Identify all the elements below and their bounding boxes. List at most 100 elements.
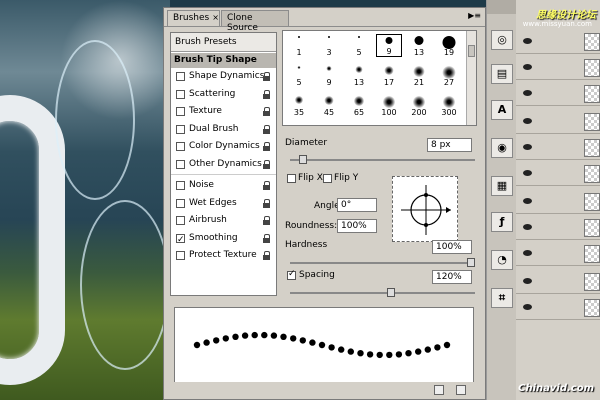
option-checkbox[interactable]: [176, 198, 185, 208]
swatches-icon[interactable]: ▦: [491, 176, 513, 196]
eye-icon[interactable]: [523, 170, 532, 176]
brush-tip-shape-item[interactable]: Brush Tip Shape: [171, 53, 276, 68]
lock-icon[interactable]: [263, 181, 271, 190]
lock-icon[interactable]: [263, 198, 271, 208]
option-checkbox[interactable]: [176, 142, 185, 151]
layer-row[interactable]: [516, 82, 600, 106]
brush-grid-scrollbar[interactable]: [466, 31, 476, 125]
brush-tip-cell[interactable]: 27: [436, 64, 462, 87]
diameter-field[interactable]: 8 px: [427, 138, 472, 152]
brush-presets-button[interactable]: Brush Presets: [171, 33, 276, 52]
lock-icon[interactable]: [263, 233, 271, 243]
option-checkbox[interactable]: [176, 232, 185, 249]
brush-tip-cell[interactable]: 17: [376, 64, 402, 87]
option-checkbox[interactable]: [176, 216, 185, 225]
layer-row[interactable]: [516, 136, 600, 160]
eye-icon[interactable]: [523, 64, 532, 70]
brush-option-item[interactable]: Texture: [171, 103, 276, 121]
brush-tip-cell[interactable]: 13: [406, 34, 432, 57]
brush-tip-cell[interactable]: 1: [286, 34, 312, 57]
lock-icon[interactable]: [263, 72, 271, 81]
color-palette-icon[interactable]: ◉: [491, 138, 513, 158]
option-checkbox[interactable]: [176, 72, 185, 81]
brush-tip-cell[interactable]: 45: [316, 94, 342, 117]
option-checkbox[interactable]: [176, 107, 185, 116]
eye-icon[interactable]: [523, 278, 532, 284]
brush-option-item[interactable]: Dual Brush: [171, 120, 276, 138]
layer-row[interactable]: [516, 190, 600, 214]
diameter-slider-thumb[interactable]: [298, 155, 307, 164]
brush-option-item[interactable]: Scattering: [171, 85, 276, 103]
option-checkbox[interactable]: [176, 251, 185, 260]
flip-y-checkbox[interactable]: [323, 174, 332, 183]
spacing-field[interactable]: 120%: [432, 270, 472, 284]
tab-clone-source[interactable]: Clone Source: [221, 10, 289, 33]
roundness-field[interactable]: 100%: [337, 219, 377, 233]
option-checkbox[interactable]: [176, 181, 185, 190]
lock-icon[interactable]: [263, 251, 271, 260]
brush-tip-cell[interactable]: 9: [376, 34, 402, 57]
brush-tip-cell[interactable]: 9: [316, 64, 342, 87]
layer-row[interactable]: [516, 242, 600, 266]
brush-option-item[interactable]: Noise: [171, 177, 276, 195]
trash-icon[interactable]: [456, 385, 466, 395]
brush-tip-cell[interactable]: 21: [406, 64, 432, 87]
scrollbar-thumb[interactable]: [468, 45, 475, 57]
diameter-slider-track[interactable]: [290, 159, 475, 161]
brush-tip-cell[interactable]: 5: [286, 64, 312, 87]
brush-option-item[interactable]: Protect Texture: [171, 247, 276, 265]
styles-icon[interactable]: ƒ: [491, 212, 513, 232]
brush-option-item[interactable]: Airbrush: [171, 212, 276, 230]
brush-tip-cell[interactable]: 5: [346, 34, 372, 57]
channels-icon[interactable]: ◔: [491, 250, 513, 270]
character-panel-button[interactable]: A: [491, 100, 513, 120]
brush-option-item[interactable]: Other Dynamics: [171, 155, 276, 173]
eye-icon[interactable]: [523, 38, 532, 44]
eye-icon[interactable]: [523, 90, 532, 96]
layer-row[interactable]: [516, 110, 600, 134]
lock-icon[interactable]: [263, 142, 271, 151]
brush-option-item[interactable]: Color Dynamics: [171, 138, 276, 156]
lock-icon[interactable]: [263, 107, 271, 116]
brush-tip-cell[interactable]: 200: [406, 94, 432, 117]
brush-tip-cell[interactable]: 3: [316, 34, 342, 57]
layer-row[interactable]: [516, 162, 600, 186]
layer-row[interactable]: [516, 216, 600, 240]
close-icon[interactable]: ×: [212, 13, 219, 22]
info-icon[interactable]: ▤: [491, 64, 513, 84]
transform-icon[interactable]: ⌗: [491, 288, 513, 308]
angle-roundness-control[interactable]: [392, 176, 458, 242]
angle-field[interactable]: 0°: [337, 198, 377, 212]
panel-menu-icon[interactable]: ▶≡: [468, 11, 481, 20]
brush-tip-cell[interactable]: 65: [346, 94, 372, 117]
brush-option-item[interactable]: Smoothing: [171, 229, 276, 249]
tab-brushes[interactable]: Brushes ×: [167, 10, 220, 26]
flip-x-checkbox[interactable]: [287, 174, 296, 183]
brush-option-item[interactable]: Wet Edges: [171, 194, 276, 212]
spacing-slider-thumb[interactable]: [387, 288, 396, 297]
layer-row[interactable]: [516, 56, 600, 80]
brush-option-item[interactable]: Shape Dynamics: [171, 68, 276, 86]
brush-tip-cell[interactable]: 13: [346, 64, 372, 87]
lock-icon[interactable]: [263, 216, 271, 225]
eye-icon[interactable]: [523, 224, 532, 230]
spacing-checkbox[interactable]: [287, 269, 296, 280]
layer-row[interactable]: [516, 30, 600, 54]
eye-icon[interactable]: [523, 304, 532, 310]
lock-icon[interactable]: [263, 159, 271, 169]
option-checkbox[interactable]: [176, 124, 185, 134]
option-checkbox[interactable]: [176, 159, 185, 169]
eye-icon[interactable]: [523, 144, 532, 150]
brush-tip-cell[interactable]: 300: [436, 94, 462, 117]
brush-tip-cell[interactable]: 35: [286, 94, 312, 117]
eye-icon[interactable]: [523, 118, 532, 124]
eye-icon[interactable]: [523, 198, 532, 204]
lock-icon[interactable]: [263, 124, 271, 134]
brush-tip-cell[interactable]: 100: [376, 94, 402, 117]
hardness-field[interactable]: 100%: [432, 240, 472, 254]
hardness-slider-track[interactable]: [290, 262, 475, 264]
history-icon[interactable]: ◎: [491, 30, 513, 50]
spacing-slider-track[interactable]: [290, 292, 475, 294]
new-preset-icon[interactable]: [434, 385, 444, 395]
eye-icon[interactable]: [523, 250, 532, 256]
